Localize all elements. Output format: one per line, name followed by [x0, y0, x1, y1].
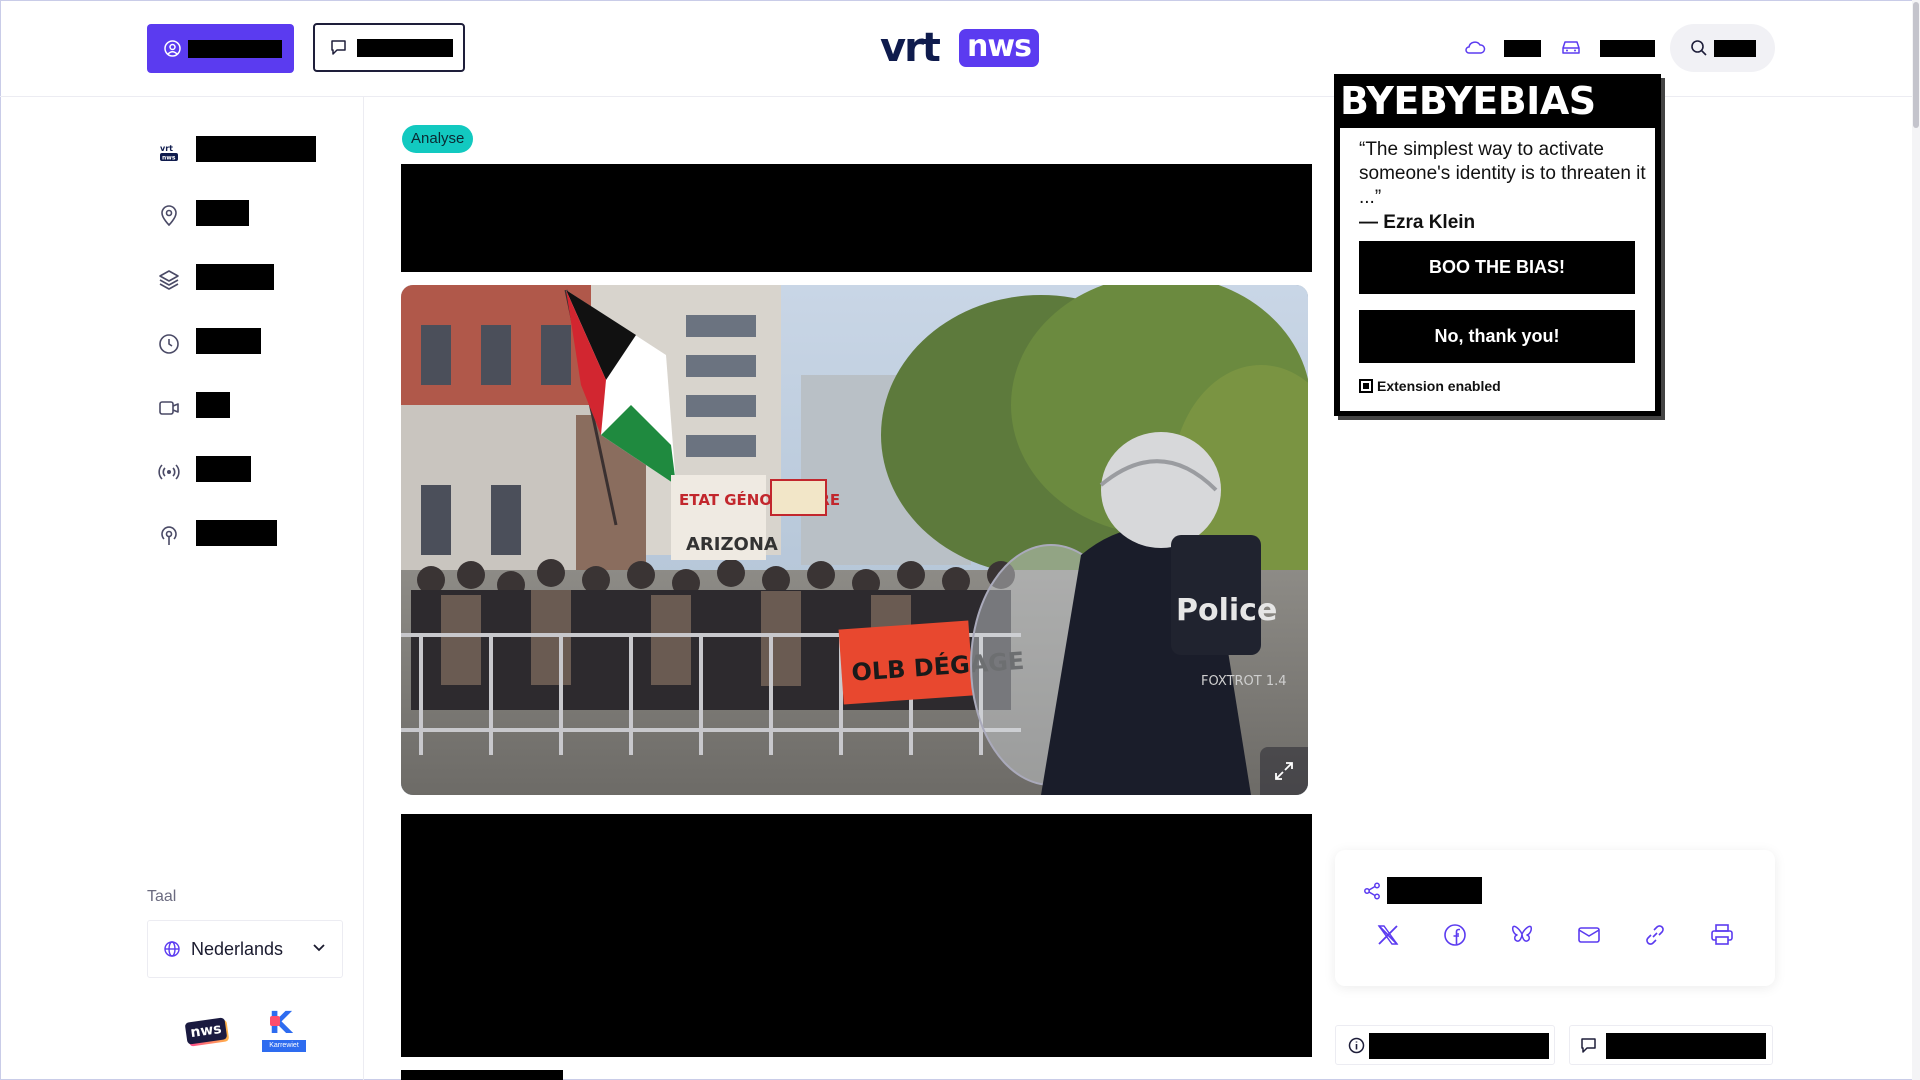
traffic-label-redacted[interactable]	[1600, 40, 1655, 57]
sidebar-label-redacted	[196, 136, 316, 162]
article-lead-redacted	[401, 814, 1312, 1057]
info-button[interactable]	[1335, 1025, 1555, 1065]
protest-photo: ETAT GÉNOCIDAIRE ARIZONA OLB DÉGAGE Poli…	[401, 285, 1308, 795]
weather-label-redacted[interactable]	[1504, 40, 1541, 57]
sidebar-label-redacted	[196, 328, 261, 354]
search-button[interactable]	[1670, 24, 1775, 72]
print-icon[interactable]	[1709, 922, 1735, 948]
sidebar-label-redacted	[196, 200, 249, 226]
location-pin-icon	[161, 205, 177, 227]
chat-icon	[331, 40, 346, 55]
video-icon	[159, 401, 179, 415]
weather-cloud-icon[interactable]	[1464, 38, 1486, 56]
sidebar-item-location[interactable]	[0, 200, 363, 234]
language-value: Nederlands	[191, 939, 284, 959]
podcast-icon	[161, 526, 177, 545]
svg-text:vrt: vrt	[160, 144, 173, 153]
extension-checkbox[interactable]	[1359, 379, 1373, 393]
share-icon	[1364, 882, 1380, 900]
user-icon	[164, 40, 181, 57]
layers-icon	[159, 270, 179, 290]
expand-photo-button[interactable]	[1260, 747, 1308, 795]
mail-icon[interactable]	[1576, 922, 1602, 948]
ketnet-partner-logo[interactable]: K Karrewiet	[262, 1009, 306, 1052]
search-label-redacted	[1714, 40, 1756, 57]
extension-label: Extension enabled	[1377, 378, 1501, 394]
nws-logo-badge[interactable]: nws	[959, 29, 1039, 67]
sidebar-label-redacted	[196, 392, 230, 418]
feedback-label-redacted	[357, 39, 453, 57]
popup-title: BYEBYEBIAS	[1340, 79, 1596, 123]
byebyebias-popup: BYEBYEBIAS “The simplest way to activate…	[1334, 74, 1661, 416]
language-heading: Taal	[147, 888, 177, 905]
facebook-icon[interactable]	[1442, 922, 1468, 948]
ketnet-partner-text: Karrewiet	[262, 1040, 306, 1052]
photo-police-label: Police	[1176, 593, 1277, 628]
article-photo[interactable]: ETAT GÉNOCIDAIRE ARIZONA OLB DÉGAGE Poli…	[401, 285, 1308, 795]
sidebar-label-redacted	[196, 520, 277, 546]
info-icon	[1348, 1037, 1365, 1054]
sidebar-item-podcast[interactable]	[0, 520, 363, 554]
globe-icon	[164, 941, 180, 957]
comment-icon	[1581, 1038, 1596, 1053]
popup-author: — Ezra Klein	[1359, 212, 1476, 233]
boo-the-bias-button[interactable]: BOO THE BIAS!	[1359, 241, 1635, 294]
sidebar-nav: vrt nws Taal Nederlands nws K Karrewiet	[0, 96, 364, 1080]
comment-button[interactable]	[1569, 1025, 1773, 1065]
vrt-nws-icon: vrt nws	[160, 144, 178, 162]
link-icon[interactable]	[1642, 922, 1668, 948]
info-label-redacted	[1369, 1033, 1549, 1059]
article-tag[interactable]: Analyse	[402, 125, 474, 153]
article-meta-redacted	[401, 1070, 563, 1080]
share-card	[1335, 850, 1775, 986]
vrt-logo-text[interactable]: vrt	[880, 26, 941, 70]
scrollbar-track[interactable]	[1912, 0, 1920, 1080]
comment-label-redacted	[1606, 1033, 1766, 1059]
chevron-down-icon	[313, 944, 325, 952]
scrollbar-thumb[interactable]	[1913, 2, 1919, 128]
sidebar-label-redacted	[196, 264, 274, 290]
broadcast-icon	[158, 464, 180, 480]
svg-text:nws: nws	[162, 155, 176, 162]
x-icon[interactable]	[1375, 922, 1401, 948]
article-title-redacted	[401, 164, 1312, 272]
sidebar-label-redacted	[196, 456, 251, 482]
feedback-button[interactable]	[313, 23, 465, 72]
nws-partner-logo[interactable]: nws	[184, 1017, 230, 1048]
share-label-redacted	[1387, 877, 1482, 904]
language-select[interactable]: Nederlands	[147, 920, 343, 978]
traffic-car-icon[interactable]	[1560, 38, 1582, 56]
expand-icon	[1275, 762, 1293, 780]
sidebar-item-video[interactable]	[0, 392, 363, 426]
sidebar-item-live[interactable]	[0, 456, 363, 490]
search-icon	[1691, 40, 1707, 56]
sidebar-item-latest[interactable]	[0, 328, 363, 362]
login-button[interactable]	[147, 24, 294, 73]
popup-quote: “The simplest way to activate someone's …	[1359, 139, 1646, 208]
bluesky-icon[interactable]	[1509, 922, 1535, 948]
sidebar-item-vrt-nws[interactable]: vrt nws	[0, 136, 363, 170]
photo-sign-arizona: ARIZONA	[686, 534, 778, 555]
popup-body: “The simplest way to activate someone's …	[1340, 128, 1655, 411]
no-thank-you-button[interactable]: No, thank you!	[1359, 310, 1635, 363]
clock-icon	[159, 334, 179, 354]
photo-police-id: FOXTROT 1.4	[1201, 674, 1287, 689]
extension-toggle[interactable]: Extension enabled	[1359, 378, 1501, 394]
sidebar-item-categories[interactable]	[0, 264, 363, 298]
login-label-redacted	[188, 40, 282, 58]
